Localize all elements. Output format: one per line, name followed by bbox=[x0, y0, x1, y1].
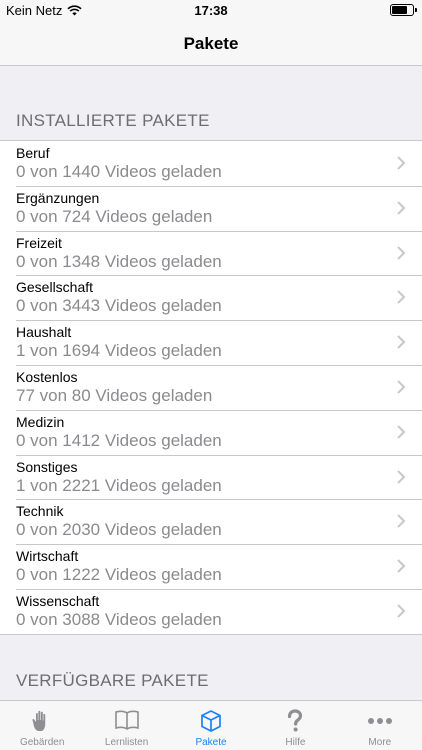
package-name: Wirtschaft bbox=[16, 548, 79, 565]
chevron-right-icon bbox=[397, 604, 406, 618]
package-name: Gesellschaft bbox=[16, 279, 94, 296]
package-row[interactable]: Haushalt 1 von 1694 Videos geladen bbox=[0, 320, 422, 365]
section-header-available: VERFÜGBARE PAKETE bbox=[16, 671, 209, 690]
chevron-right-icon bbox=[397, 201, 406, 215]
tab-hilfe[interactable]: Hilfe bbox=[253, 701, 337, 750]
package-status: 1 von 2221 Videos geladen bbox=[16, 475, 222, 495]
package-status: 0 von 1222 Videos geladen bbox=[16, 565, 222, 585]
tab-gebaerden[interactable]: Gebärden bbox=[0, 701, 84, 750]
tab-bar: Gebärden Lernlisten Pakete Hilfe More bbox=[0, 700, 422, 750]
tab-pakete[interactable]: Pakete bbox=[169, 701, 253, 750]
tab-label: More bbox=[368, 737, 392, 748]
navigation-bar: Pakete bbox=[0, 22, 422, 66]
section-header-installed: INSTALLIERTE PAKETE bbox=[16, 111, 210, 130]
package-name: Beruf bbox=[16, 145, 50, 161]
page-title: Pakete bbox=[183, 34, 239, 53]
tab-label: Lernlisten bbox=[104, 737, 149, 748]
more-icon bbox=[367, 718, 392, 724]
chevron-right-icon bbox=[397, 559, 406, 573]
package-row[interactable]: Freizeit 0 von 1348 Videos geladen bbox=[0, 230, 422, 276]
package-name: Sonstiges bbox=[16, 458, 78, 475]
package-name: Freizeit bbox=[16, 234, 62, 251]
package-status: 77 von 80 Videos geladen bbox=[16, 385, 213, 405]
status-bar: Kein Netz 17:38 bbox=[0, 0, 422, 22]
tab-lernlisten[interactable]: Lernlisten bbox=[84, 701, 168, 750]
package-row[interactable]: Wirtschaft 0 von 1222 Videos geladen bbox=[0, 544, 422, 589]
package-status: 0 von 1412 Videos geladen bbox=[16, 430, 222, 450]
package-row[interactable]: Wissenschaft 0 von 3088 Videos geladen bbox=[0, 588, 422, 634]
package-name: Technik bbox=[16, 503, 64, 520]
package-status: 0 von 3443 Videos geladen bbox=[16, 296, 222, 316]
chevron-right-icon bbox=[397, 425, 406, 439]
package-name: Haushalt bbox=[16, 324, 72, 341]
tab-label: Gebärden bbox=[19, 737, 65, 748]
chevron-right-icon bbox=[397, 514, 406, 529]
tab-label: Hilfe bbox=[285, 737, 306, 748]
package-row[interactable]: Gesellschaft 0 von 3443 Videos geladen bbox=[0, 275, 422, 320]
package-status: 0 von 1348 Videos geladen bbox=[16, 251, 222, 271]
chevron-right-icon bbox=[397, 245, 406, 260]
package-row[interactable]: Technik 0 von 2030 Videos geladen bbox=[0, 499, 422, 544]
package-row[interactable]: Medizin 0 von 1412 Videos geladen bbox=[0, 409, 422, 455]
package-row[interactable]: Kostenlos 77 von 80 Videos geladen bbox=[0, 364, 422, 410]
package-status: 0 von 3088 Videos geladen bbox=[16, 609, 222, 629]
package-status: 1 von 1694 Videos geladen bbox=[16, 341, 222, 361]
battery-icon bbox=[390, 4, 417, 16]
chevron-right-icon bbox=[397, 290, 406, 305]
package-name: Wissenschaft bbox=[16, 592, 100, 609]
package-name: Medizin bbox=[16, 413, 65, 430]
hand-icon bbox=[32, 710, 46, 731]
book-icon bbox=[114, 710, 139, 730]
chevron-right-icon bbox=[397, 469, 406, 484]
chevron-right-icon bbox=[397, 335, 406, 349]
box-icon bbox=[201, 710, 221, 732]
tab-more[interactable]: More bbox=[338, 701, 422, 750]
package-status: 0 von 724 Videos geladen bbox=[16, 206, 213, 226]
chevron-right-icon bbox=[397, 380, 406, 394]
installed-packages-list: Beruf 0 von 1440 Videos geladen Ergänzunge… bbox=[0, 140, 422, 635]
package-row[interactable]: Ergänzungen 0 von 724 Videos geladen bbox=[0, 185, 422, 231]
package-row[interactable]: Sonstiges 1 von 2221 Videos geladen bbox=[0, 454, 422, 500]
question-icon bbox=[288, 709, 303, 732]
package-status: 0 von 1440 Videos geladen bbox=[16, 162, 222, 181]
chevron-right-icon bbox=[397, 156, 406, 170]
tab-label: Pakete bbox=[195, 737, 227, 748]
package-status: 0 von 2030 Videos geladen bbox=[16, 520, 222, 540]
package-row[interactable]: Beruf 0 von 1440 Videos geladen bbox=[0, 141, 422, 186]
status-time: 17:38 bbox=[194, 3, 228, 18]
package-name: Ergänzungen bbox=[16, 189, 100, 206]
battery-fill bbox=[392, 6, 408, 14]
status-right bbox=[390, 4, 417, 16]
package-name: Kostenlos bbox=[16, 368, 78, 385]
